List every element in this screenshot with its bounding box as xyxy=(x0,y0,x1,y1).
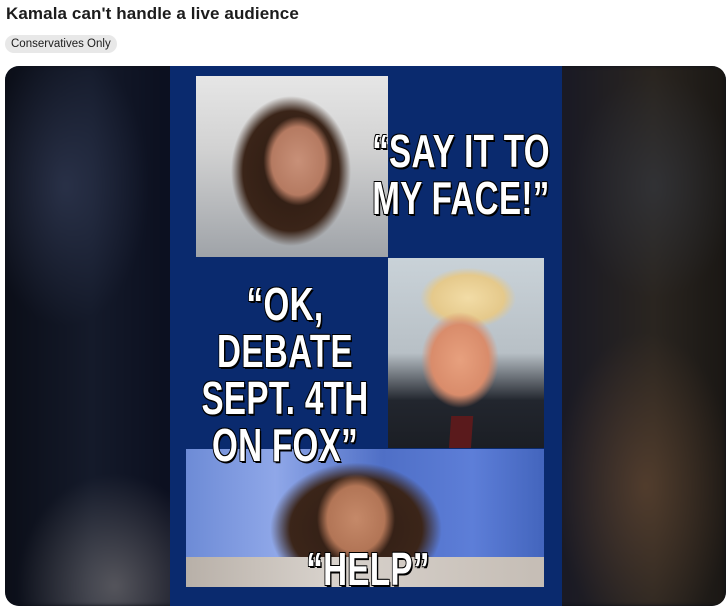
post-media[interactable]: “SAY IT TO MY FACE!” “OK, DEBATE SEPT. 4… xyxy=(5,66,726,606)
meme-caption-1: “SAY IT TO MY FACE!” xyxy=(372,125,550,224)
meme-caption-2: “OK, DEBATE SEPT. 4TH ON FOX” xyxy=(201,278,369,471)
post: Kamala can't handle a live audience Cons… xyxy=(0,0,726,606)
meme-image: “SAY IT TO MY FACE!” “OK, DEBATE SEPT. 4… xyxy=(170,66,562,606)
meme-photo-top xyxy=(196,76,388,257)
tie xyxy=(448,416,474,448)
post-flair[interactable]: Conservatives Only xyxy=(5,35,117,53)
post-title[interactable]: Kamala can't handle a live audience xyxy=(6,4,299,24)
meme-caption-3: “HELP” xyxy=(306,543,430,595)
meme-photo-middle xyxy=(388,258,544,448)
